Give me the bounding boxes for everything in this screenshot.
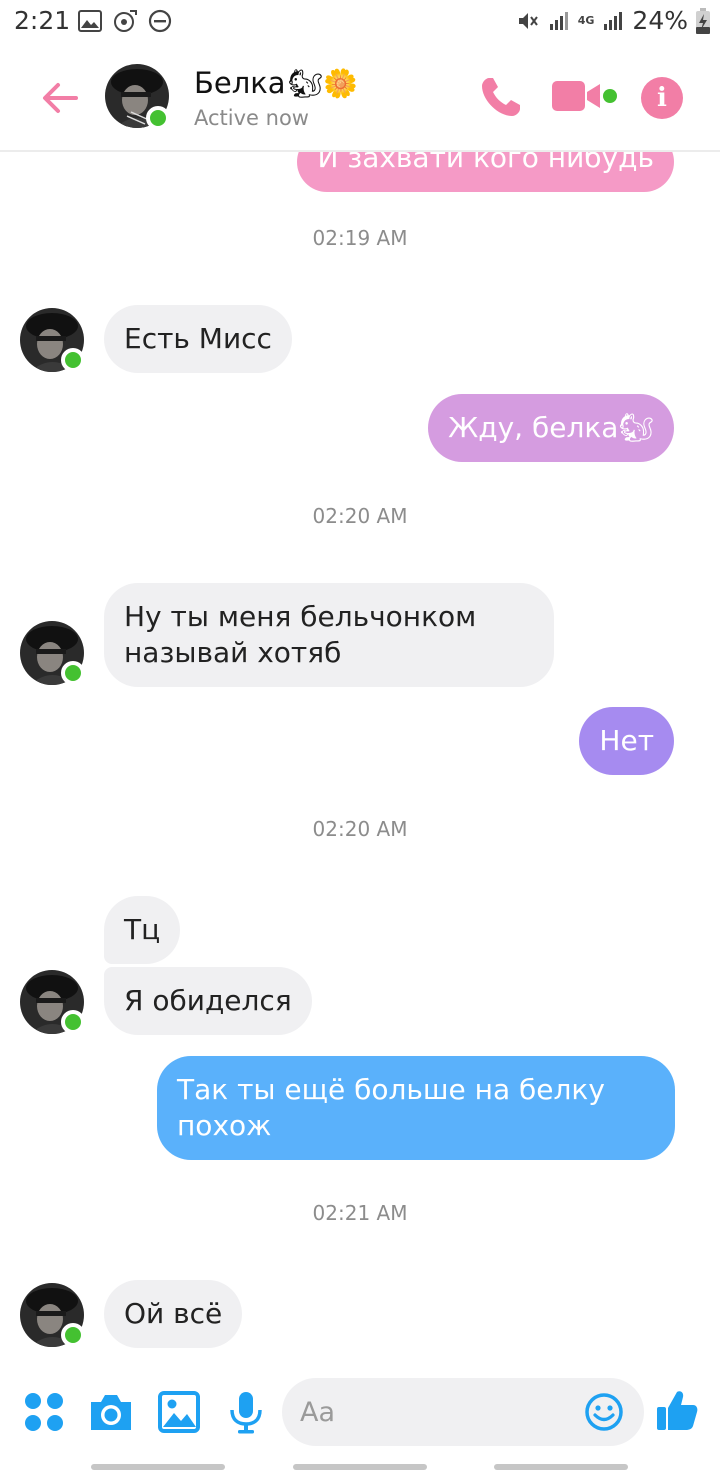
music-notification-icon [114, 10, 137, 32]
squirrel-emoji: 🐿 [618, 411, 654, 444]
signal-icon-2 [604, 11, 623, 30]
message-text: Жду, белка [448, 411, 619, 444]
message-outgoing[interactable]: Так ты ещё больше на белку похож [157, 1056, 675, 1160]
video-online-indicator [603, 89, 617, 103]
message-list[interactable]: И захвати кого нибудь 02:19 AM Есть Мисс… [0, 152, 720, 1370]
timestamp: 02:20 AM [312, 817, 408, 841]
system-navigation-bar [0, 1454, 720, 1480]
nav-home-button[interactable] [293, 1464, 427, 1470]
nav-back-button[interactable] [494, 1464, 628, 1470]
thumbs-up-icon[interactable] [655, 1388, 699, 1432]
message-composer [0, 1370, 720, 1454]
phone-icon[interactable] [478, 74, 524, 120]
info-icon[interactable]: i [641, 77, 683, 119]
message-outgoing[interactable]: Жду, белка🐿 [428, 394, 674, 462]
network-type: 4G [577, 14, 595, 27]
camera-icon[interactable] [89, 1390, 133, 1434]
message-incoming[interactable]: Ну ты меня бельчонком называй хотяб [104, 583, 554, 687]
message-text: И захвати кого нибудь [317, 152, 654, 174]
mute-icon [518, 12, 538, 29]
online-indicator [146, 106, 170, 130]
apps-grid-icon[interactable] [22, 1390, 66, 1434]
timestamp: 02:20 AM [312, 504, 408, 528]
message-outgoing-partial[interactable]: И захвати кого нибудь [297, 152, 674, 192]
message-text: Нет [599, 724, 654, 757]
status-time: 2:21 [14, 6, 71, 35]
smiley-icon[interactable] [584, 1392, 624, 1432]
conversation-header: Белка 🐿🌼 Active now i [0, 44, 720, 152]
contact-name-emojis: 🐿🌼 [287, 66, 358, 100]
online-indicator [61, 348, 85, 372]
back-arrow-icon[interactable] [40, 78, 80, 118]
online-indicator [61, 1323, 85, 1347]
do-not-disturb-icon [148, 9, 172, 33]
message-outgoing[interactable]: Нет [579, 707, 674, 775]
status-system-icons: 4G 24% [516, 6, 710, 35]
gallery-notification-icon [78, 10, 102, 32]
message-text-line: похож [177, 1109, 272, 1142]
message-text: Тц [124, 913, 161, 946]
status-notification-icons [78, 9, 172, 33]
microphone-icon[interactable] [224, 1390, 268, 1434]
timestamp: 02:19 AM [312, 226, 408, 250]
contact-name[interactable]: Белка 🐿🌼 [194, 66, 358, 100]
online-indicator [61, 661, 85, 685]
message-incoming[interactable]: Есть Мисс [104, 305, 292, 373]
message-text-line: называй хотяб [124, 636, 342, 669]
nav-recents-button[interactable] [91, 1464, 225, 1470]
video-camera-icon[interactable] [552, 78, 602, 114]
contact-status: Active now [194, 106, 309, 130]
message-text: Есть Мисс [124, 322, 272, 355]
contact-name-text: Белка [194, 66, 286, 100]
message-text-line: Ну ты меня бельчонком [124, 600, 477, 633]
message-input-container[interactable] [282, 1378, 644, 1446]
battery-percent: 24% [632, 6, 688, 35]
timestamp: 02:21 AM [312, 1201, 408, 1225]
online-indicator [61, 1010, 85, 1034]
signal-icon [549, 11, 568, 30]
message-text: Ой всё [124, 1297, 223, 1330]
message-incoming[interactable]: Ой всё [104, 1280, 243, 1348]
image-icon[interactable] [157, 1390, 201, 1434]
message-text: Я обиделся [124, 984, 292, 1017]
message-incoming[interactable]: Я обиделся [104, 967, 312, 1035]
battery-charging-icon [696, 7, 710, 34]
status-bar: 2:21 4G 24% [0, 0, 720, 44]
message-text-line: Так ты ещё больше на белку [177, 1073, 605, 1106]
message-input[interactable] [300, 1392, 580, 1432]
message-incoming[interactable]: Тц [104, 896, 181, 964]
